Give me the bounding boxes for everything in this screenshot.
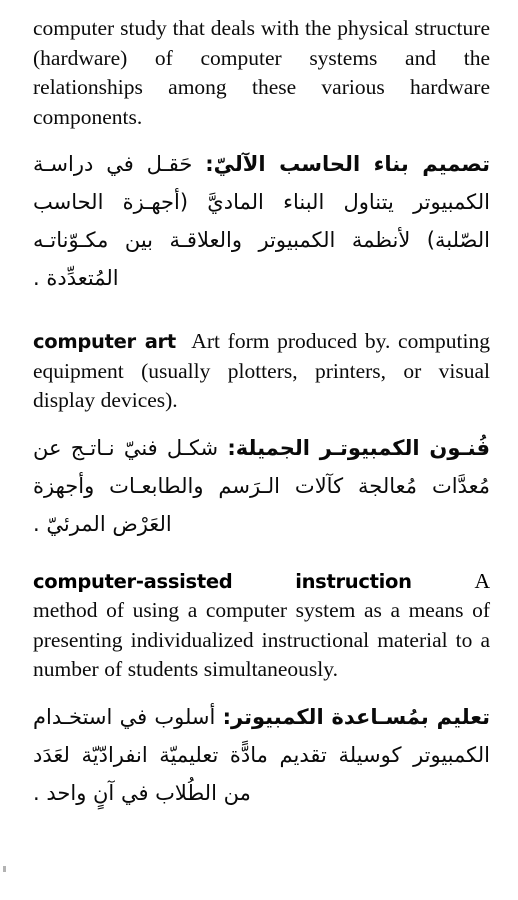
arabic-translation: فُنـون الكمبيوتـر الجميلة: شكـل فنيّ نـا… [33, 429, 490, 543]
english-headword-right: instruction [295, 569, 412, 593]
arabic-translation: تصميم بناء الحاسب الآليّ: حَقـل في دراسـ… [33, 145, 490, 297]
english-headword-line: computer-assisted instruction A [33, 567, 490, 597]
dictionary-page: computer study that deals with the physi… [0, 0, 518, 900]
english-definition-block: computer art Art form produced by. compu… [33, 327, 490, 416]
text-column: computer study that deals with the physi… [33, 14, 490, 816]
scan-artifact [3, 866, 6, 872]
english-definition-lead: A [474, 568, 490, 593]
english-headword-left: computer-assisted [33, 569, 233, 593]
entry-spacer [33, 547, 490, 567]
english-headword: computer art [33, 330, 176, 353]
arabic-headword: تعليم بمُسـاعدة الكمبيوتر: [222, 704, 491, 729]
arabic-translation: تعليم بمُسـاعدة الكمبيوتر: أسلوب في استخ… [33, 698, 490, 812]
arabic-headword: فُنـون الكمبيوتـر الجميلة: [227, 435, 490, 460]
entry-spacer [33, 301, 490, 327]
dictionary-entry: computer-assisted instruction A method o… [33, 567, 490, 812]
english-definition: computer study that deals with the physi… [33, 16, 490, 129]
dictionary-entry: computer art Art form produced by. compu… [33, 327, 490, 543]
dictionary-entry: computer study that deals with the physi… [33, 14, 490, 297]
arabic-headword: تصميم بناء الحاسب الآليّ: [205, 152, 490, 176]
english-definition: method of using a computer system as a m… [33, 598, 490, 681]
